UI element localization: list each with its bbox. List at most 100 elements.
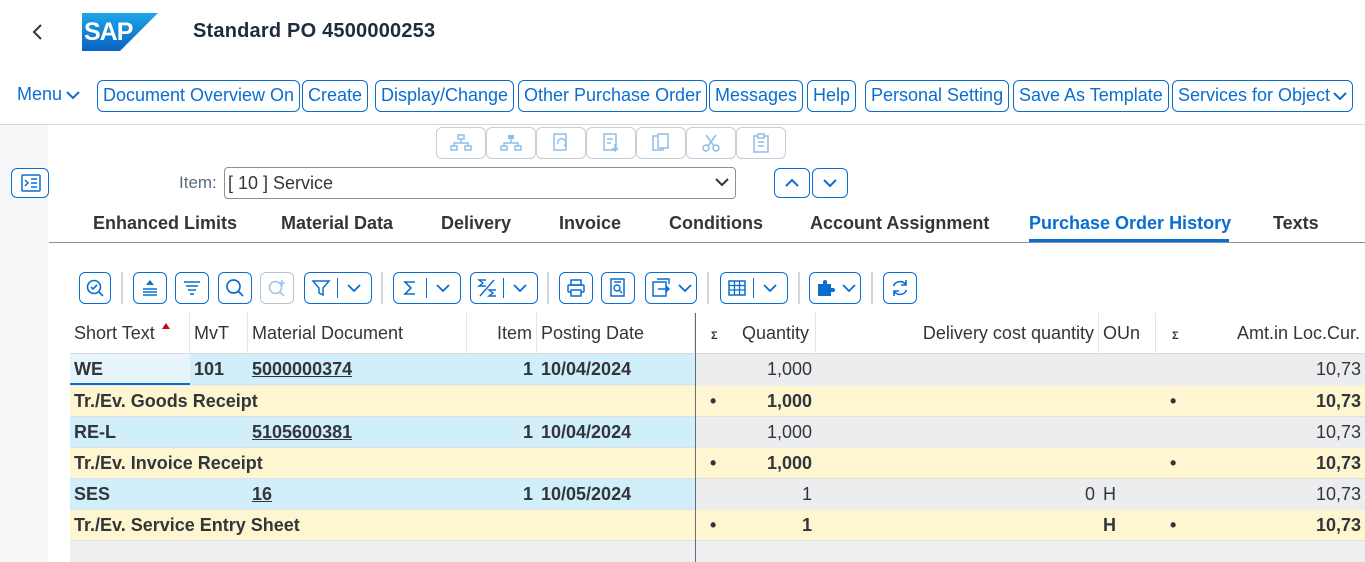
sigma-icon: Σ xyxy=(1172,330,1179,342)
total-menu-button[interactable] xyxy=(393,272,461,304)
hierarchy-icon[interactable] xyxy=(436,127,486,159)
material-document-link[interactable]: 5000000374 xyxy=(248,354,467,385)
sap-logo-text: SAP xyxy=(84,18,133,46)
column-short-text[interactable]: Short Text xyxy=(70,313,190,354)
find-button[interactable] xyxy=(218,272,252,304)
messages-button[interactable]: Messages xyxy=(709,80,804,112)
chevron-down-icon xyxy=(763,284,777,293)
sap-logo: SAP xyxy=(82,13,158,51)
layout-menu-button[interactable] xyxy=(720,272,788,304)
column-quantity[interactable]: Σ Quantity xyxy=(696,313,816,354)
material-document-link[interactable]: 5105600381 xyxy=(248,417,467,448)
subtotal-label: Tr./Ev. Goods Receipt xyxy=(74,391,258,411)
copy-document-icon[interactable] xyxy=(636,127,686,159)
table-row-subtotal[interactable]: Tr./Ev. Service Entry Sheet • 1 H • 10,7… xyxy=(70,510,1365,541)
tab-purchase-order-history[interactable]: Purchase Order History xyxy=(1029,213,1231,234)
tab-material-data[interactable]: Material Data xyxy=(281,213,393,234)
table-header: Short Text MvT Material Document Item Po… xyxy=(70,313,1365,354)
tab-account-assignment[interactable]: Account Assignment xyxy=(810,213,989,234)
column-item[interactable]: Item xyxy=(467,313,537,354)
save-as-template-button[interactable]: Save As Template xyxy=(1013,80,1169,112)
column-posting-date[interactable]: Posting Date xyxy=(537,313,695,354)
create-button[interactable]: Create xyxy=(302,80,369,112)
puzzle-icon xyxy=(818,280,835,296)
filter-menu-button[interactable] xyxy=(304,272,372,304)
sort-descending-icon xyxy=(184,281,200,295)
column-material-document[interactable]: Material Document xyxy=(248,313,467,354)
document-overview-button[interactable]: Document Overview On xyxy=(97,80,301,112)
sigma-icon: Σ xyxy=(711,330,718,342)
tab-texts[interactable]: Texts xyxy=(1273,213,1319,234)
column-mvt[interactable]: MvT xyxy=(190,313,248,354)
document-download-icon[interactable] xyxy=(586,127,636,159)
cell-focus-indicator xyxy=(70,383,190,385)
toolbar-separator xyxy=(547,272,549,304)
sort-ascending-button[interactable] xyxy=(133,272,167,304)
toolbar-separator xyxy=(381,272,383,304)
search-icon xyxy=(226,279,244,297)
print-icon xyxy=(567,279,585,297)
short-text-cell[interactable]: SES xyxy=(70,479,190,510)
find-next-button[interactable] xyxy=(260,272,294,304)
column-amount-local-currency[interactable]: Σ Amt.in Loc.Cur. xyxy=(1156,313,1365,354)
column-oun[interactable]: OUn xyxy=(1099,313,1156,354)
print-preview-button[interactable] xyxy=(601,272,635,304)
org-structure-icon[interactable] xyxy=(486,127,536,159)
help-button[interactable]: Help xyxy=(807,80,857,112)
column-delivery-cost-quantity[interactable]: Delivery cost quantity xyxy=(816,313,1099,354)
subtotal-label: Tr./Ev. Invoice Receipt xyxy=(74,453,263,473)
subtotal-quantity: 1,000 xyxy=(766,391,812,411)
page-title: Standard PO 4500000253 xyxy=(193,20,436,42)
chevron-down-icon xyxy=(513,284,527,293)
active-tab-indicator xyxy=(1029,239,1229,242)
tab-delivery[interactable]: Delivery xyxy=(441,213,511,234)
amount-cell: 10,73 xyxy=(1315,422,1361,442)
next-item-button[interactable] xyxy=(812,168,848,198)
personal-setting-button[interactable]: Personal Setting xyxy=(865,80,1010,112)
sort-ascending-icon xyxy=(143,280,157,296)
extensions-menu-button[interactable] xyxy=(809,272,861,304)
table-row[interactable]: SES 16 1 10/05/2024 1 0 H 10,73 xyxy=(70,479,1365,510)
services-for-object-button[interactable]: Services for Object xyxy=(1172,80,1354,112)
short-text-cell[interactable]: WE xyxy=(70,354,190,385)
previous-item-button[interactable] xyxy=(774,168,810,198)
sum-icon xyxy=(402,281,415,295)
column-amount-label: Amt.in Loc.Cur. xyxy=(1236,323,1360,343)
subtotal-amount: 10,73 xyxy=(1315,515,1361,535)
tab-invoice[interactable]: Invoice xyxy=(559,213,621,234)
tab-enhanced-limits[interactable]: Enhanced Limits xyxy=(93,213,237,234)
export-menu-button[interactable] xyxy=(645,272,697,304)
tab-conditions[interactable]: Conditions xyxy=(669,213,763,234)
menu-dropdown[interactable]: Menu xyxy=(17,84,80,105)
chevron-down-icon xyxy=(66,91,80,100)
side-panel-toggle[interactable] xyxy=(11,168,49,198)
other-purchase-order-button[interactable]: Other Purchase Order xyxy=(518,80,708,112)
menu-label: Menu xyxy=(17,84,63,104)
filter-icon xyxy=(311,280,331,297)
mvt-cell: 101 xyxy=(194,359,225,379)
details-button[interactable] xyxy=(79,272,111,304)
export-icon xyxy=(652,278,670,297)
item-select[interactable]: [ 10 ] Service xyxy=(224,167,736,199)
refresh-icon xyxy=(892,280,908,296)
table-row[interactable]: RE-L 5105600381 1 10/04/2024 1,000 10,73 xyxy=(70,417,1365,448)
refresh-document-icon[interactable] xyxy=(536,127,586,159)
cut-icon[interactable] xyxy=(686,127,736,159)
table-row-subtotal[interactable]: Tr./Ev. Goods Receipt • 1,000 • 10,73 xyxy=(70,386,1365,417)
back-icon[interactable] xyxy=(26,20,50,44)
chevron-down-icon xyxy=(823,179,837,188)
item-cell: 1 xyxy=(522,484,533,504)
material-document-link[interactable]: 16 xyxy=(248,479,467,510)
posting-date-cell: 10/04/2024 xyxy=(541,359,632,379)
table-row-subtotal[interactable]: Tr./Ev. Invoice Receipt • 1,000 • 10,73 xyxy=(70,448,1365,479)
print-button[interactable] xyxy=(559,272,593,304)
short-text-cell[interactable]: RE-L xyxy=(70,417,190,448)
refresh-button[interactable] xyxy=(883,272,917,304)
subtotal-amount: 10,73 xyxy=(1315,453,1361,473)
paste-icon[interactable] xyxy=(736,127,786,159)
table-row[interactable]: WE 101 5000000374 1 10/04/2024 1,000 10,… xyxy=(70,354,1365,385)
display-change-button[interactable]: Display/Change xyxy=(375,80,515,112)
subtotal-menu-button[interactable] xyxy=(470,272,538,304)
po-history-table: Short Text MvT Material Document Item Po… xyxy=(70,313,1365,562)
sort-descending-button[interactable] xyxy=(175,272,209,304)
